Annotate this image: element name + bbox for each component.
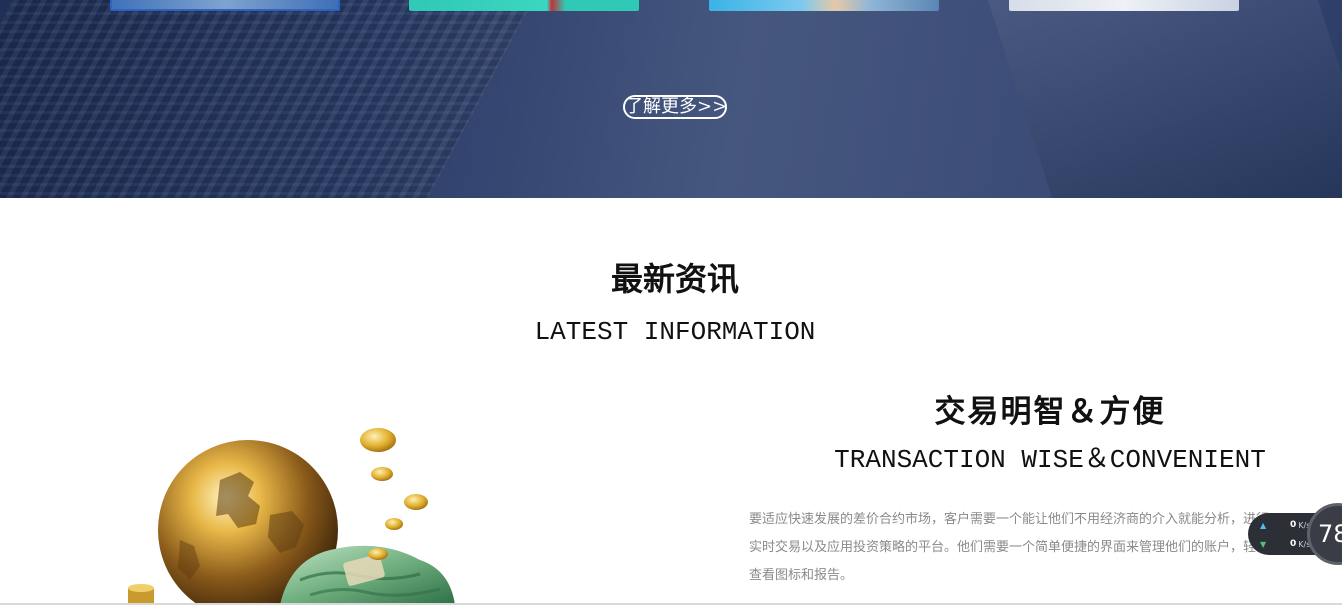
- upload-value: 0: [1290, 520, 1297, 530]
- feature-description: 要适应快速发展的差价合约市场，客户需要一个能让他们不用经济商的介入就能分析，进行…: [749, 512, 1269, 583]
- coin: [385, 518, 403, 530]
- building-texture-left: [0, 0, 555, 198]
- case-thumbnail-2[interactable]: [409, 0, 639, 11]
- arrow-up-icon: ▲: [1260, 520, 1267, 530]
- learn-more-button[interactable]: 了解更多>>: [623, 95, 727, 119]
- coin: [360, 428, 396, 452]
- case-thumbnail-3[interactable]: [709, 0, 939, 11]
- globe-coins-illustration: [128, 428, 455, 605]
- case-thumbnail-1[interactable]: [110, 0, 340, 11]
- building-texture-right: [987, 0, 1342, 198]
- feature-subtitle: TRANSACTION WISE＆CONVENIENT: [834, 445, 1266, 475]
- feature-title: 交易明智＆方便: [934, 394, 1166, 430]
- hero-banner: 了解更多>>: [0, 0, 1342, 198]
- coin: [368, 548, 388, 560]
- section-subtitle: LATEST INFORMATION: [534, 317, 816, 347]
- download-value: 0: [1290, 539, 1297, 549]
- coin: [404, 494, 428, 510]
- coin: [371, 467, 393, 481]
- case-thumbnail-4[interactable]: [1009, 0, 1239, 11]
- section-title: 最新资讯: [610, 260, 739, 298]
- arrow-down-icon: ▼: [1260, 539, 1267, 549]
